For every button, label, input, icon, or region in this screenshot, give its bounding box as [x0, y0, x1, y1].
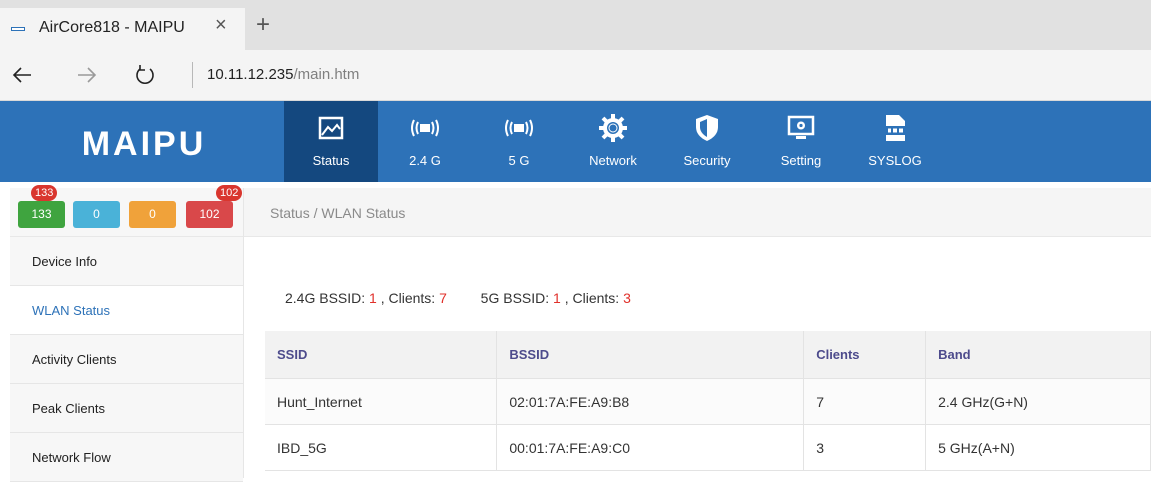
- column-header-clients[interactable]: Clients: [803, 331, 927, 379]
- nav-24g-label: 2.4 G: [409, 153, 441, 168]
- wifi-5-icon: [505, 119, 533, 137]
- breadcrumb-bar: Status / WLAN Status: [244, 188, 1151, 237]
- info-count-value: 0: [93, 207, 100, 221]
- error-count-value: 102: [199, 207, 220, 221]
- clients5-label: , Clients:: [564, 290, 620, 306]
- bssid5-value: 1: [553, 290, 561, 306]
- breadcrumb: Status / WLAN Status: [270, 205, 406, 221]
- tab-close-icon[interactable]: ×: [215, 15, 227, 35]
- cell-band: 5 GHz(A+N): [925, 424, 1151, 471]
- info-count-button[interactable]: 0: [73, 201, 120, 228]
- url-field[interactable]: 10.11.12.235/main.htm: [207, 66, 359, 83]
- cell-ssid: Hunt_Internet: [265, 378, 498, 425]
- status-counters: 133 133 0 0 102 102: [10, 185, 243, 237]
- monitor-settings-icon: [787, 115, 815, 139]
- wlan-summary: 2.4G BSSID: 1 , Clients: 7 5G BSSID: 1 ,…: [285, 290, 631, 306]
- nav-setting-label: Setting: [780, 153, 822, 168]
- warning-count-button[interactable]: 0: [129, 201, 176, 228]
- sidebar-item-network-flow[interactable]: Network Flow: [10, 433, 243, 482]
- clients24-value: 7: [439, 290, 447, 306]
- new-tab-icon[interactable]: +: [256, 13, 270, 37]
- nav-security-label: Security: [683, 153, 731, 168]
- cell-band: 2.4 GHz(G+N): [925, 378, 1151, 425]
- refresh-icon[interactable]: [133, 63, 157, 87]
- tab-title: AirCore818 - MAIPU: [39, 19, 185, 36]
- sidebar-item-label: Activity Clients: [32, 352, 117, 367]
- column-header-band[interactable]: Band: [925, 331, 1151, 379]
- error-count-button[interactable]: 102: [186, 201, 233, 228]
- sidebar-item-device-info[interactable]: Device Info: [10, 237, 243, 286]
- forward-arrow-icon[interactable]: [75, 63, 99, 87]
- status-image-icon: [318, 116, 344, 140]
- log-icon: [884, 115, 906, 141]
- nav-24g[interactable]: 2.4 G: [378, 101, 472, 182]
- table-header-row: SSID BSSID Clients Band: [265, 331, 1151, 379]
- browser-tab[interactable]: AirCore818 - MAIPU ×: [0, 8, 245, 50]
- maipu-logo: MAIPU: [82, 125, 207, 163]
- online-count-value: 133: [31, 207, 52, 221]
- clients24-label: , Clients:: [380, 290, 436, 306]
- sidebar-item-label: Peak Clients: [32, 401, 105, 416]
- online-count-badge: 133: [31, 185, 58, 201]
- address-separator: [192, 62, 193, 88]
- network-gear-icon: [599, 114, 627, 142]
- nav-network-label: Network: [589, 153, 637, 168]
- online-count-button[interactable]: 133: [18, 201, 65, 228]
- shield-icon: [696, 115, 718, 141]
- column-header-bssid[interactable]: BSSID: [496, 331, 805, 379]
- warning-count-value: 0: [149, 207, 156, 221]
- bssid24-label: 2.4G BSSID:: [285, 290, 366, 306]
- nav-syslog[interactable]: SYSLOG: [848, 101, 942, 182]
- sidebar: 133 133 0 0 102 102 Device Info WLAN Sta…: [10, 185, 244, 482]
- maipu-favicon-icon: [11, 27, 25, 31]
- table-row: Hunt_Internet 02:01:7A:FE:A9:B8 7 2.4 GH…: [265, 378, 1151, 425]
- cell-bssid: 00:01:7A:FE:A9:C0: [496, 424, 805, 471]
- back-arrow-icon[interactable]: [10, 63, 34, 87]
- nav-5g[interactable]: 5 G: [472, 101, 566, 182]
- nav-5g-label: 5 G: [508, 153, 530, 168]
- nav-status[interactable]: Status: [284, 101, 378, 182]
- sidebar-item-peak-clients[interactable]: Peak Clients: [10, 384, 243, 433]
- app-header: MAIPU Status 2.4 G 5 G Network Security …: [0, 101, 1151, 182]
- cell-bssid: 02:01:7A:FE:A9:B8: [496, 378, 805, 425]
- sidebar-item-activity-clients[interactable]: Activity Clients: [10, 335, 243, 384]
- nav-syslog-label: SYSLOG: [868, 153, 922, 168]
- nav-setting[interactable]: Setting: [754, 101, 848, 182]
- nav-security[interactable]: Security: [660, 101, 754, 182]
- browser-tab-bar: AirCore818 - MAIPU × +: [0, 0, 1151, 50]
- sidebar-item-label: Device Info: [32, 254, 98, 269]
- nav-status-label: Status: [312, 153, 350, 168]
- table-row: IBD_5G 00:01:7A:FE:A9:C0 3 5 GHz(A+N): [265, 424, 1151, 471]
- cell-ssid: IBD_5G: [265, 424, 498, 471]
- wlan-table: SSID BSSID Clients Band Hunt_Internet 02…: [265, 331, 1151, 471]
- sidebar-item-label: WLAN Status: [32, 303, 111, 318]
- sidebar-item-wlan-status[interactable]: WLAN Status: [10, 286, 243, 335]
- url-path: /main.htm: [293, 66, 360, 83]
- url-host: 10.11.12.235: [207, 66, 294, 83]
- error-count-badge: 102: [216, 185, 243, 201]
- cell-clients: 7: [803, 378, 927, 425]
- nav-network[interactable]: Network: [566, 101, 660, 182]
- bssid24-value: 1: [369, 290, 377, 306]
- column-header-ssid[interactable]: SSID: [265, 331, 498, 379]
- wifi-24-icon: [411, 119, 439, 137]
- svg-text:MAIPU: MAIPU: [82, 125, 207, 163]
- clients5-value: 3: [623, 290, 631, 306]
- cell-clients: 3: [803, 424, 927, 471]
- sidebar-item-label: Network Flow: [32, 450, 111, 465]
- address-bar: 10.11.12.235/main.htm: [0, 50, 1151, 101]
- bssid5-label: 5G BSSID:: [480, 290, 550, 306]
